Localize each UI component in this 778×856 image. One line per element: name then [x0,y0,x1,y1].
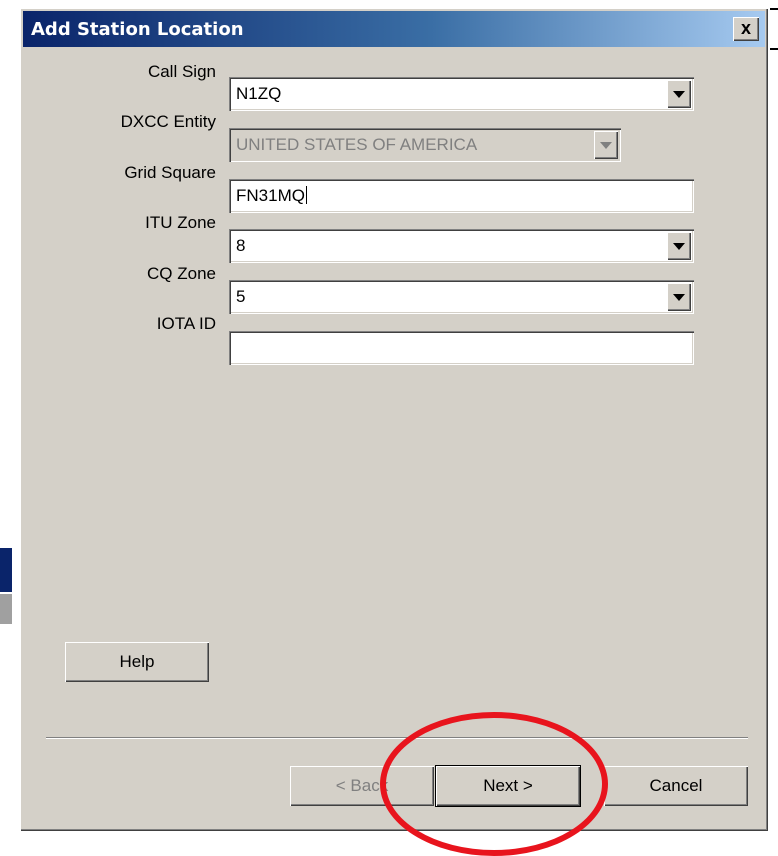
background-edge [770,8,778,10]
help-button[interactable]: Help [65,642,209,682]
cq-zone-dropdown-button[interactable] [667,283,691,311]
background-edge [770,48,778,50]
grid-square-input[interactable]: FN31MQ [229,179,694,213]
iota-id-label: IOTA ID [156,314,216,333]
chevron-down-icon [600,142,612,149]
itu-zone-label: ITU Zone [145,213,216,232]
call-sign-label: Call Sign [147,62,216,81]
dxcc-entity-value: UNITED STATES OF AMERICA [236,135,478,154]
itu-zone-combobox[interactable]: 8 [229,229,694,263]
grid-square-label: Grid Square [124,163,216,182]
call-sign-dropdown-button[interactable] [667,80,691,108]
title-bar[interactable]: Add Station Location x [23,11,765,47]
button-separator [46,737,748,739]
dxcc-entity-combobox: UNITED STATES OF AMERICA [229,128,621,162]
dialog-title: Add Station Location [31,19,244,40]
close-button[interactable]: x [733,17,759,41]
annotation-circle [380,712,608,856]
call-sign-value: N1ZQ [236,84,282,103]
chevron-down-icon [673,294,685,301]
iota-id-input[interactable] [229,331,694,365]
background-window-edge [0,548,12,592]
help-button-label: Help [119,652,155,671]
dxcc-entity-label: DXCC Entity [120,112,216,131]
itu-zone-dropdown-button[interactable] [667,232,691,260]
cq-zone-value: 5 [236,287,246,306]
chevron-down-icon [673,91,685,98]
grid-square-value: FN31MQ [236,186,305,205]
cancel-button-label: Cancel [649,776,703,795]
cq-zone-label: CQ Zone [147,264,216,283]
itu-zone-value: 8 [236,236,246,255]
text-cursor [305,186,307,204]
chevron-down-icon [673,243,685,250]
dxcc-entity-dropdown-button [594,131,618,159]
cancel-button[interactable]: Cancel [604,766,748,806]
close-icon: x [740,18,751,38]
add-station-location-dialog: Add Station Location x Call Sign N1ZQ DX… [20,8,768,831]
call-sign-combobox[interactable]: N1ZQ [229,77,694,111]
cq-zone-combobox[interactable]: 5 [229,280,694,314]
background-window-edge [0,594,12,624]
